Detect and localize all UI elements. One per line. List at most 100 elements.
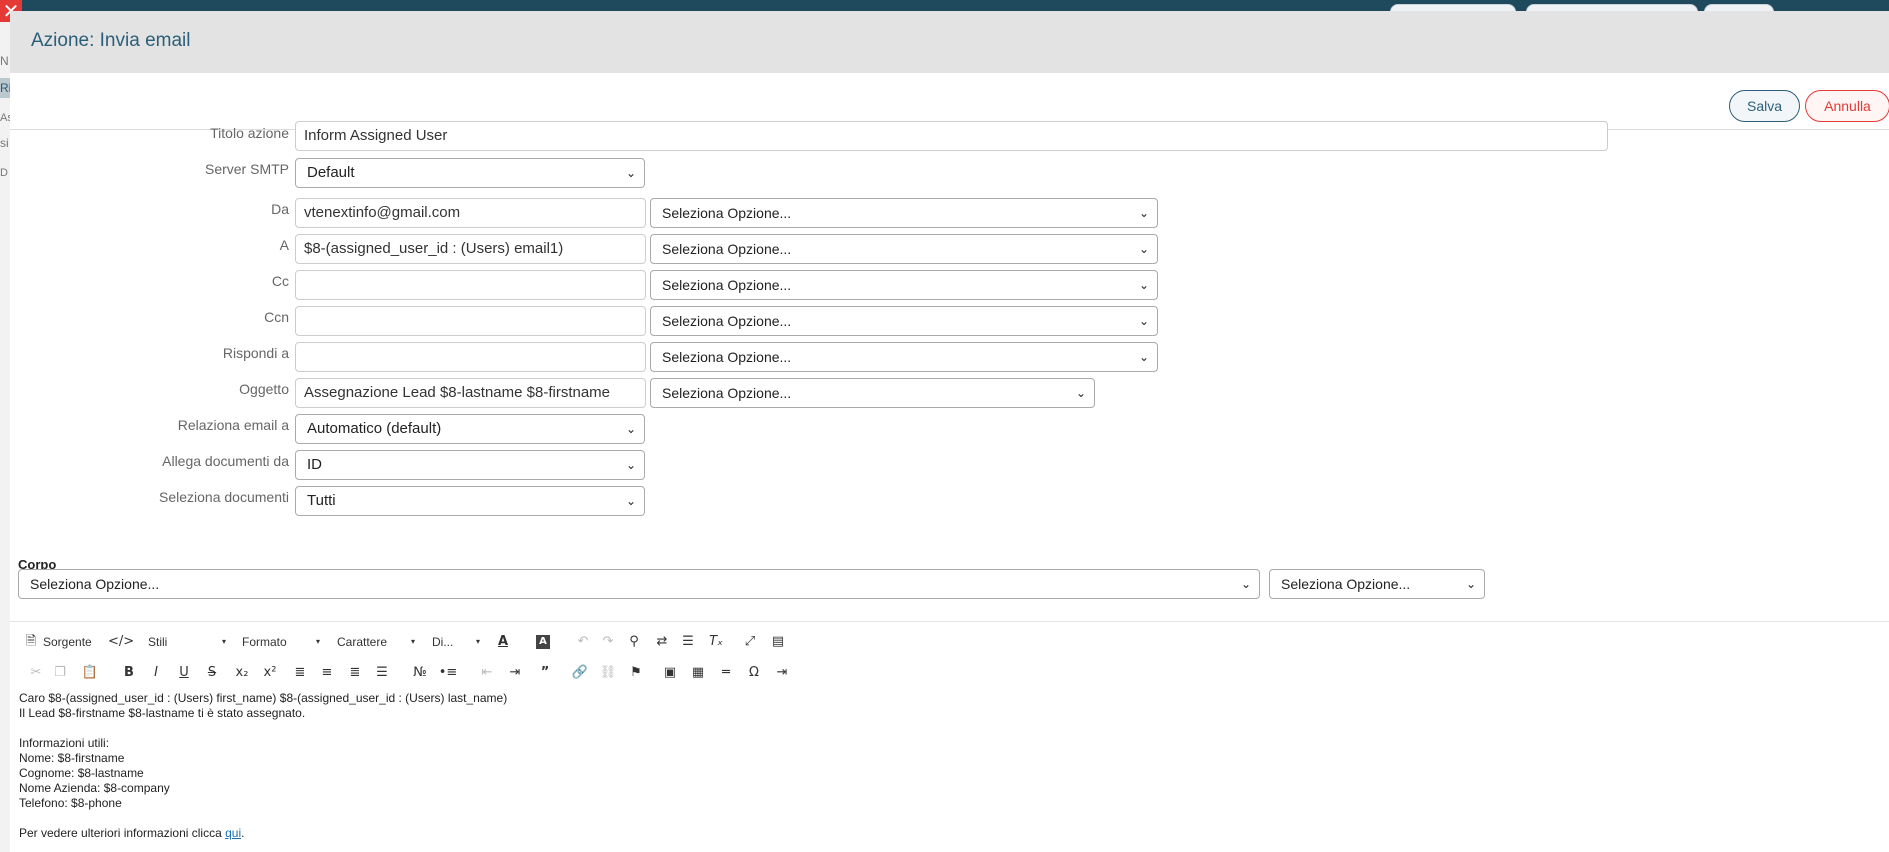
copy-icon[interactable]: ❐ [50, 663, 70, 683]
chevron-down-icon: ⌄ [625, 166, 636, 180]
bulleted-list-icon[interactable]: •≡ [438, 663, 458, 683]
attach-documents-select[interactable]: ID ⌄ [295, 450, 645, 480]
relate-email-value: Automatico (default) [307, 420, 442, 437]
action-title-label: Titolo azione [210, 125, 289, 141]
to-option-value: Seleziona Opzione... [662, 241, 792, 257]
subscript-icon[interactable]: x₂ [232, 663, 252, 683]
replace-icon[interactable]: ⇄ [652, 632, 672, 652]
align-left-icon[interactable]: ≣ [290, 663, 310, 683]
reply-to-option-select[interactable]: Seleziona Opzione... ⌄ [650, 342, 1158, 372]
reply-to-input[interactable] [295, 342, 646, 372]
source-button[interactable]: Sorgente [43, 635, 92, 649]
cc-option-value: Seleziona Opzione... [662, 277, 792, 293]
remove-format-icon[interactable]: Tₓ [706, 632, 726, 652]
outdent-icon[interactable]: ⇤ [477, 663, 497, 683]
cc-input[interactable] [295, 270, 646, 300]
relate-email-select[interactable]: Automatico (default) ⌄ [295, 414, 645, 444]
chevron-down-icon: ⌄ [1138, 278, 1149, 292]
chevron-down-icon: ⌄ [625, 458, 636, 472]
cancel-button[interactable]: Annulla [1805, 90, 1889, 122]
bcc-input[interactable] [295, 306, 646, 336]
link-icon[interactable]: 🔗 [570, 663, 590, 683]
justify-icon[interactable]: ☰ [372, 663, 392, 683]
redo-icon[interactable]: ↷ [598, 632, 618, 652]
chevron-down-icon: ⌄ [1138, 350, 1149, 364]
body-line: Cognome: $8-lastname [19, 766, 144, 780]
italic-icon[interactable]: I [146, 663, 166, 683]
to-label: A [279, 237, 289, 253]
from-option-select[interactable]: Seleziona Opzione... ⌄ [650, 198, 1158, 228]
format-combo-label: Formato [242, 635, 287, 649]
show-blocks-icon[interactable]: ▤ [768, 632, 788, 652]
align-right-icon[interactable]: ≣ [345, 663, 365, 683]
to-option-select[interactable]: Seleziona Opzione... ⌄ [650, 234, 1158, 264]
indent-icon[interactable]: ⇥ [505, 663, 525, 683]
subject-option-select[interactable]: Seleziona Opzione... ⌄ [650, 378, 1095, 408]
styles-combo[interactable]: Stili ▾ [148, 635, 228, 649]
sidebar-fragment: Ri [0, 78, 10, 98]
search-icon[interactable]: ⚲ [624, 632, 644, 652]
underline-icon[interactable]: U [174, 663, 194, 683]
body-line: Caro $8-(assigned_user_id : (Users) firs… [19, 691, 508, 705]
blockquote-icon[interactable]: ” [535, 663, 555, 683]
chevron-down-icon: ▾ [222, 637, 227, 646]
undo-icon[interactable]: ↶ [573, 632, 593, 652]
page-break-icon[interactable]: ⇥ [772, 663, 792, 683]
body-option-select[interactable]: Seleziona Opzione... ⌄ [18, 569, 1260, 599]
bold-icon[interactable]: B [119, 663, 139, 683]
relate-email-label: Relaziona email a [177, 417, 289, 433]
subject-input[interactable]: Assegnazione Lead $8-lastname $8-firstna… [295, 378, 646, 408]
chevron-down-icon: ▾ [411, 637, 416, 646]
editor-divider [10, 621, 1889, 622]
body-secondary-option-value: Seleziona Opzione... [1281, 576, 1411, 592]
chevron-down-icon: ⌄ [1138, 206, 1149, 220]
background-sidebar: N Ri As si D [0, 12, 13, 852]
font-combo[interactable]: Carattere ▾ [337, 635, 417, 649]
reply-to-option-value: Seleziona Opzione... [662, 349, 792, 365]
smtp-server-select[interactable]: Default ⌄ [295, 158, 645, 188]
action-title-input[interactable]: Inform Assigned User [295, 121, 1608, 151]
from-option-value: Seleziona Opzione... [662, 205, 792, 221]
select-documents-select[interactable]: Tutti ⌄ [295, 486, 645, 516]
horizontal-line-icon[interactable]: ═ [716, 663, 736, 683]
background-color-icon[interactable]: A [536, 635, 550, 649]
special-char-icon[interactable]: Ω [744, 663, 764, 683]
body-line: Informazioni utili: [19, 736, 110, 750]
to-input[interactable]: $8-(assigned_user_id : (Users) email1) [295, 234, 646, 264]
paste-icon[interactable]: 📋 [80, 663, 100, 683]
select-documents-value: Tutti [307, 492, 336, 509]
format-combo[interactable]: Formato ▾ [242, 635, 322, 649]
from-input[interactable]: vtenextinfo@gmail.com [295, 198, 646, 228]
footer-end: . [241, 826, 245, 840]
strikethrough-icon[interactable]: S [202, 663, 222, 683]
chevron-down-icon: ⌄ [625, 422, 636, 436]
anchor-flag-icon[interactable]: ⚑ [626, 663, 646, 683]
size-combo[interactable]: Di... ▾ [432, 635, 482, 649]
attach-documents-value: ID [307, 456, 322, 473]
sidebar-fragment: N [0, 54, 9, 68]
table-icon[interactable]: ▦ [688, 663, 708, 683]
save-button[interactable]: Salva [1729, 90, 1800, 122]
superscript-icon[interactable]: x² [260, 663, 280, 683]
text-color-icon[interactable]: A [493, 632, 513, 652]
body-line: Il Lead $8-firstname $8-lastname ti è st… [19, 706, 306, 720]
numbered-list-icon[interactable]: № [410, 663, 430, 683]
cc-option-select[interactable]: Seleziona Opzione... ⌄ [650, 270, 1158, 300]
body-secondary-option-select[interactable]: Seleziona Opzione... ⌄ [1269, 569, 1485, 599]
unlink-icon[interactable]: ⛓ [598, 663, 618, 683]
bcc-option-select[interactable]: Seleziona Opzione... ⌄ [650, 306, 1158, 336]
image-icon[interactable]: ▣ [660, 663, 680, 683]
source-icon[interactable]: 🗎 [21, 632, 41, 652]
cut-icon[interactable]: ✂ [26, 663, 46, 683]
body-option-value: Seleziona Opzione... [30, 576, 160, 592]
maximize-icon[interactable]: ⤢ [740, 632, 760, 652]
body-line: Nome: $8-firstname [19, 751, 125, 765]
body-line: Telefono: $8-phone [19, 796, 122, 810]
subject-option-value: Seleziona Opzione... [662, 385, 792, 401]
align-center-icon[interactable]: ≡ [317, 663, 337, 683]
code-icon[interactable]: </> [108, 632, 134, 652]
bcc-label: Ccn [264, 309, 289, 325]
select-all-icon[interactable]: ☰ [678, 632, 698, 652]
styles-combo-label: Stili [148, 635, 168, 649]
more-info-link[interactable]: qui [225, 826, 241, 840]
